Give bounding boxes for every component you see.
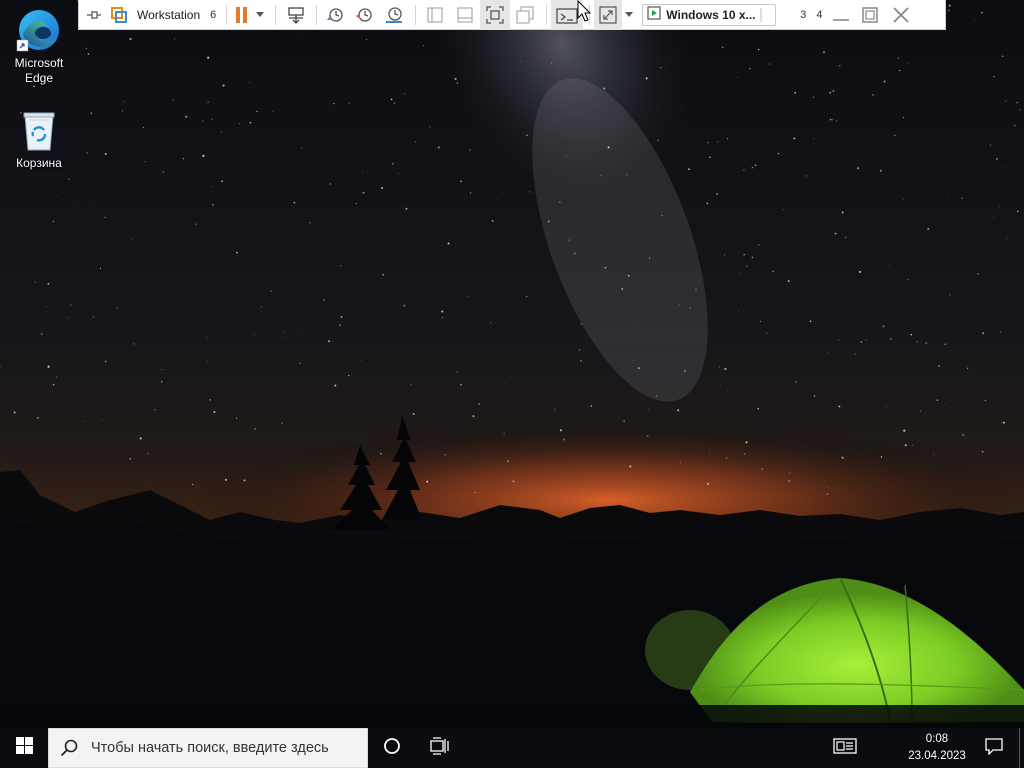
news-and-interests-button[interactable] — [822, 728, 868, 768]
recycle-bin-icon — [15, 106, 63, 154]
pause-icon[interactable] — [231, 0, 253, 30]
desktop-wallpaper — [0, 0, 1024, 728]
task-view-button[interactable] — [416, 728, 464, 768]
taskbar: 0:08 23.04.2023 — [0, 728, 1024, 768]
revert-snapshot-icon[interactable] — [349, 0, 379, 30]
restore-icon[interactable] — [855, 0, 885, 30]
news-and-interests-icon — [833, 737, 857, 759]
close-icon[interactable] — [885, 0, 917, 30]
minimize-icon[interactable] — [827, 0, 855, 30]
desktop-icon-edge[interactable]: Microsoft Edge — [3, 6, 75, 86]
clock-time: 0:08 — [925, 733, 949, 745]
toolbar-title: Workstation — [137, 7, 201, 22]
search-input[interactable] — [89, 739, 363, 757]
desktop-icon-label: Microsoft — [14, 56, 64, 70]
windows-start-icon — [15, 737, 33, 759]
snapshot-manager-icon[interactable] — [379, 0, 409, 30]
full-screen-icon[interactable] — [480, 0, 511, 30]
toolbar-title-badge: 6 — [210, 8, 217, 21]
search-icon — [49, 728, 89, 768]
cortana-icon — [383, 737, 401, 760]
start-button[interactable] — [0, 728, 48, 768]
task-view-icon — [430, 736, 450, 760]
dropdown-arrow-icon[interactable] — [253, 0, 267, 30]
send-ctrl-alt-del-icon[interactable] — [280, 0, 312, 30]
pin-icon[interactable] — [79, 0, 109, 30]
unity-icon[interactable] — [510, 0, 540, 30]
taskbar-clock[interactable]: 0:08 23.04.2023 — [900, 728, 974, 768]
dropdown-arrow-icon[interactable] — [622, 0, 636, 30]
taskbar-search-box[interactable] — [48, 728, 368, 768]
edge-icon — [15, 6, 63, 54]
mouse-cursor-icon — [577, 0, 592, 27]
snapshot-icon[interactable] — [321, 0, 349, 30]
notification-icon — [985, 737, 1003, 760]
toolbar-separator — [546, 4, 548, 25]
desktop-icon-recycle-bin[interactable]: Корзина — [3, 106, 75, 171]
clock-date: 23.04.2023 — [908, 750, 966, 762]
desktop-icon-label: Edge — [24, 71, 54, 85]
toolbar-separator — [275, 4, 277, 25]
vmware-logo-icon — [109, 0, 129, 30]
vm-tab[interactable]: Windows 10 x... — [642, 3, 777, 26]
show-desktop-button[interactable] — [1019, 728, 1024, 768]
desktop-icon-label: Корзина — [16, 156, 62, 170]
notification-button[interactable] — [974, 728, 1014, 768]
vm-running-icon — [647, 6, 661, 23]
single-window-icon[interactable] — [420, 0, 450, 30]
toolbar-separator — [316, 4, 318, 25]
cortana-button[interactable] — [368, 728, 416, 768]
window-badge: 3 — [800, 8, 807, 21]
vm-tab-divider — [759, 6, 769, 24]
hide-thumbnail-icon[interactable] — [450, 0, 480, 30]
toolbar-separator — [415, 4, 417, 25]
vmware-fullscreen-toolbar: Workstation 6 Windows 10 x... 3 4 — [78, 0, 946, 30]
window-badge: 4 — [816, 8, 823, 21]
toolbar-separator — [226, 4, 228, 25]
vm-tab-label: Windows 10 x... — [666, 7, 756, 22]
stretch-icon[interactable] — [594, 0, 623, 30]
